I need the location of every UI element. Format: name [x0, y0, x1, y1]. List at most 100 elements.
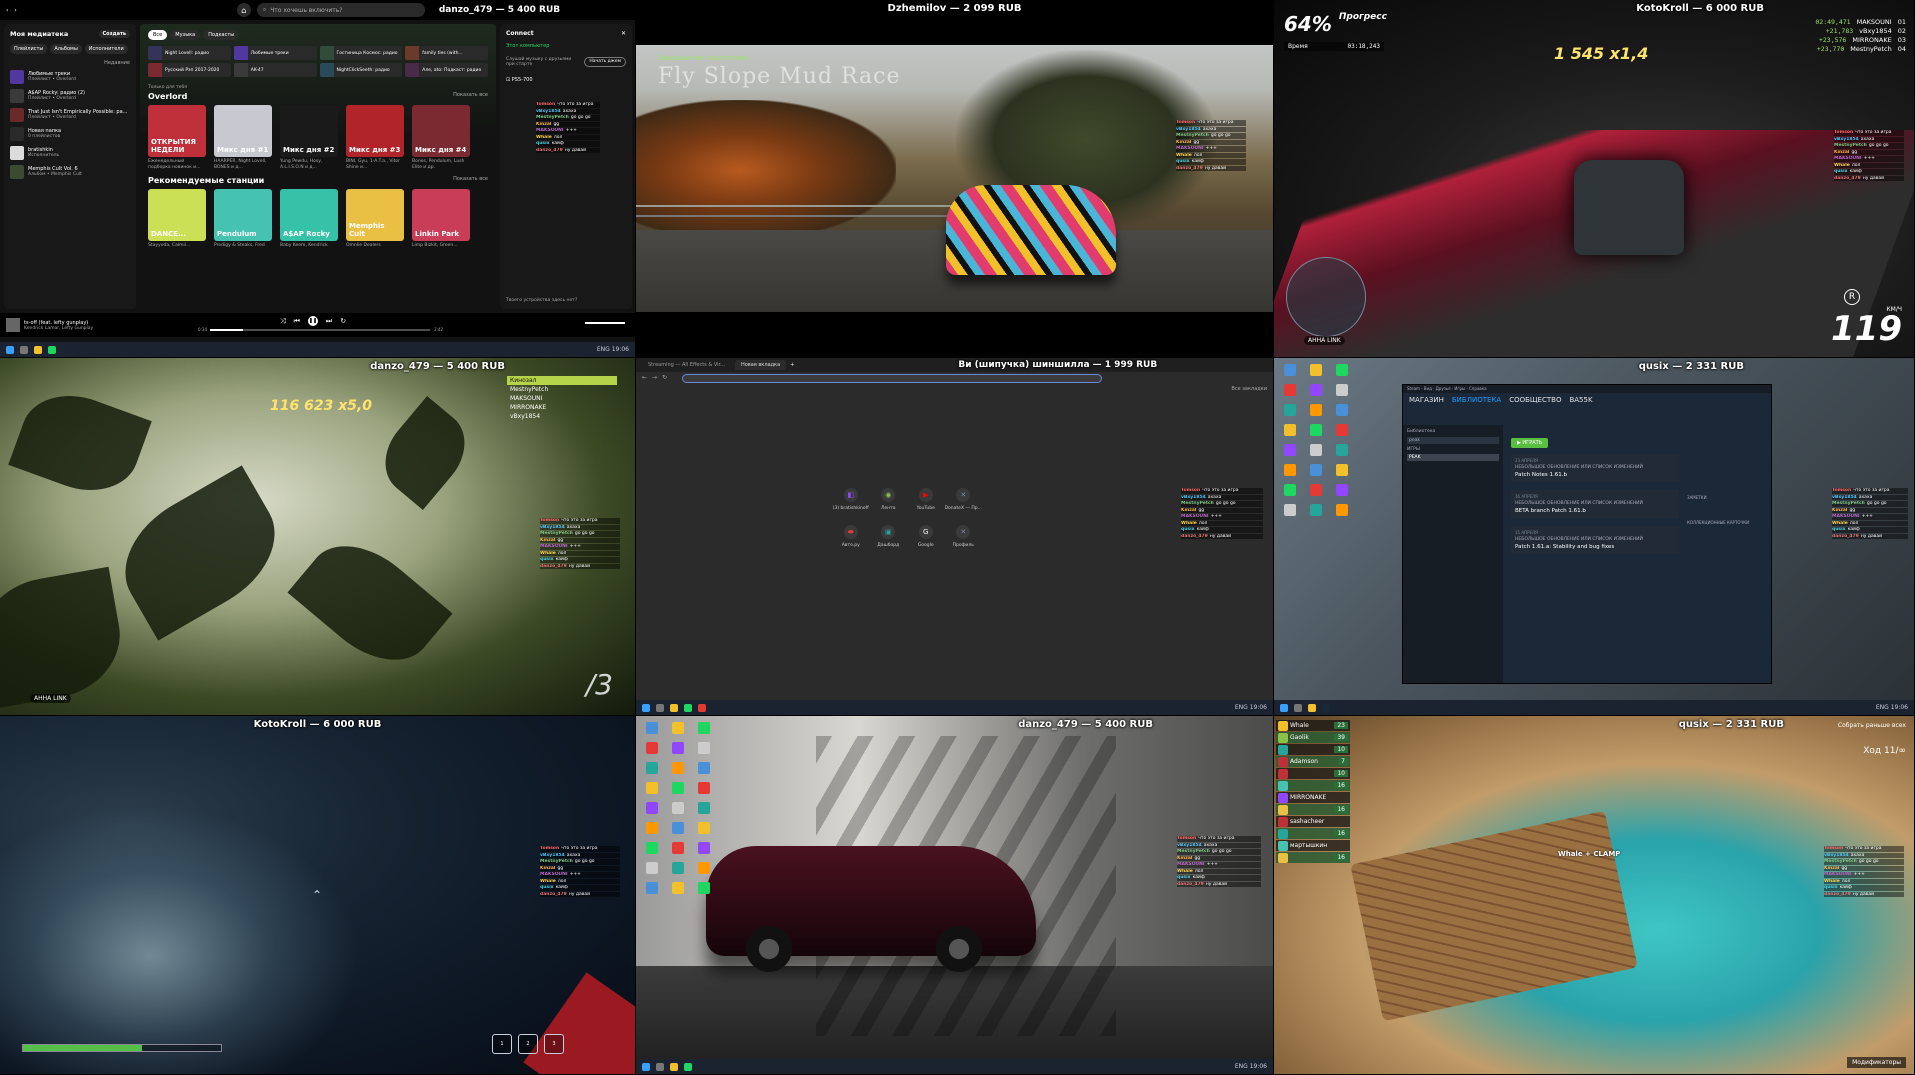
- track-title[interactable]: ts-off (feat. lefty gunplay): [24, 320, 93, 326]
- quick-pick[interactable]: NightClickSeeth: радио: [319, 63, 403, 77]
- desktop-shortcut[interactable]: [1306, 504, 1326, 516]
- desktop-shortcut[interactable]: [642, 742, 662, 754]
- desktop-shortcut[interactable]: [694, 862, 714, 874]
- news-item[interactable]: 23 АПРЕЛЯ НЕБОЛЬШОЕ ОБНОВЛЕНИЕ ИЛИ СПИСОК…: [1511, 454, 1679, 482]
- show-all-link[interactable]: Показать все: [453, 92, 488, 101]
- feed-filter-chip[interactable]: Музыка: [170, 30, 201, 40]
- desktop-shortcut[interactable]: [694, 782, 714, 794]
- start-jam-button[interactable]: Начать джем: [584, 57, 626, 67]
- inventory-slot[interactable]: 3: [544, 1034, 564, 1054]
- browser-tab[interactable]: Streaming — All Effects & Vir...: [642, 360, 731, 370]
- connect-other-device[interactable]: ⊡ PS5-700: [506, 77, 626, 83]
- library-item[interactable]: bratishkin Исполнитель: [10, 146, 130, 160]
- desktop-shortcut[interactable]: [1280, 444, 1300, 456]
- shortcut-tile[interactable]: ◉ Лента: [870, 488, 908, 511]
- forward-icon[interactable]: →: [652, 374, 657, 381]
- playlist-card[interactable]: Memphis Cult Omnlie Dealers: [346, 189, 404, 249]
- language-indicator[interactable]: ENG: [1235, 1063, 1248, 1070]
- desktop-shortcut[interactable]: [1280, 364, 1300, 376]
- desktop-shortcut[interactable]: [1280, 404, 1300, 416]
- library-filter-chip[interactable]: Плейлисты: [10, 44, 48, 54]
- play-button[interactable]: ▶ ИГРАТЬ: [1511, 438, 1549, 448]
- library-item[interactable]: That Just Isn't Empirically Possible: ра…: [10, 108, 130, 122]
- desktop-shortcut[interactable]: [668, 882, 688, 894]
- steam-nav-item[interactable]: МАГАЗИН: [1409, 396, 1444, 404]
- desktop-shortcut[interactable]: [694, 882, 714, 894]
- desktop-shortcut[interactable]: [1280, 504, 1300, 516]
- desktop-shortcut[interactable]: [694, 802, 714, 814]
- library-search[interactable]: peak: [1407, 437, 1499, 444]
- quick-pick[interactable]: Русский Рэп 2017-2020: [148, 63, 231, 77]
- desktop-shortcut[interactable]: [642, 722, 662, 734]
- start-icon[interactable]: [642, 703, 650, 712]
- close-icon[interactable]: ✕: [621, 30, 626, 37]
- desktop-shortcut[interactable]: [642, 842, 662, 854]
- shortcut-tile[interactable]: ◧ (3) bratishkinoff: [832, 488, 870, 511]
- modifiers-button[interactable]: Модификаторы: [1847, 1057, 1906, 1068]
- back-icon[interactable]: ‹: [6, 7, 8, 14]
- feed-filter-chip[interactable]: Подкасты: [203, 30, 240, 40]
- search-icon[interactable]: [656, 1062, 664, 1071]
- repeat-icon[interactable]: ↻: [340, 317, 346, 325]
- desktop-shortcut[interactable]: [642, 802, 662, 814]
- steam-icon[interactable]: [1322, 703, 1330, 712]
- desktop-shortcut[interactable]: [1306, 424, 1326, 436]
- folder-icon[interactable]: [670, 1062, 678, 1071]
- library-item[interactable]: Новая папка 0 плейлистов: [10, 127, 130, 141]
- library-game-selected[interactable]: PEAK: [1407, 454, 1499, 461]
- spotify-search-input[interactable]: ⌕ Что хочешь включить?: [256, 3, 425, 17]
- desktop-shortcut[interactable]: [1280, 424, 1300, 436]
- shortcut-tile[interactable]: ▶ YouTube: [907, 488, 945, 511]
- steam-nav-item[interactable]: СООБЩЕСТВО: [1509, 396, 1561, 404]
- desktop-shortcut[interactable]: [642, 862, 662, 874]
- desktop-shortcut[interactable]: [1280, 464, 1300, 476]
- playlist-card[interactable]: ОТКРЫТИЯ НЕДЕЛИ Еженедельный подборка нов…: [148, 105, 206, 170]
- volume-slider[interactable]: [585, 322, 625, 324]
- bookmarks-folder[interactable]: Все закладки: [1231, 386, 1267, 392]
- shortcut-tile[interactable]: ▣ Дашборд: [870, 525, 908, 548]
- back-icon[interactable]: ←: [642, 374, 647, 381]
- desktop-shortcut[interactable]: [668, 822, 688, 834]
- quick-pick[interactable]: Але, ato: Подкаст: радио: [405, 63, 488, 77]
- desktop-shortcut[interactable]: [642, 782, 662, 794]
- quick-pick[interactable]: family ties (with...: [405, 46, 488, 60]
- start-icon[interactable]: [6, 345, 14, 354]
- desktop-shortcut[interactable]: [694, 742, 714, 754]
- home-button[interactable]: ⌂: [236, 3, 251, 17]
- shortcut-tile[interactable]: ✕ Профиль: [945, 525, 983, 548]
- news-item[interactable]: 16 АПРЕЛЯ НЕБОЛЬШОЕ ОБНОВЛЕНИЕ ИЛИ СПИСОК…: [1511, 490, 1679, 518]
- desktop-shortcut[interactable]: [668, 762, 688, 774]
- desktop-shortcut[interactable]: [1306, 404, 1326, 416]
- tile-steam[interactable]: qusix — 2 331 RUB Steam · Вид · Друзья ·…: [1274, 358, 1915, 716]
- track-artist[interactable]: Kendrick Lamar, Lefty Gunplay: [24, 326, 93, 331]
- desktop-shortcut[interactable]: [1280, 384, 1300, 396]
- desktop-shortcut[interactable]: [642, 882, 662, 894]
- desktop-shortcut[interactable]: [1332, 464, 1352, 476]
- folder-icon[interactable]: [34, 345, 42, 354]
- desktop-shortcut[interactable]: [1306, 384, 1326, 396]
- playlist-card[interactable]: A$AP Rocky Baby Keem, Kendrick: [280, 189, 338, 249]
- shortcut-tile[interactable]: ✕ DonateX — Пр...: [945, 488, 983, 511]
- browser-icon[interactable]: [698, 703, 706, 712]
- browser-tab-active[interactable]: Новая вкладка: [734, 360, 787, 370]
- desktop-shortcut[interactable]: [1306, 364, 1326, 376]
- play-pause-button[interactable]: ❚❚: [307, 316, 318, 326]
- quick-pick[interactable]: Гостиница Космос: радио: [319, 46, 403, 60]
- progress-bar[interactable]: [210, 329, 430, 331]
- show-all-link[interactable]: Показать все: [453, 176, 488, 185]
- reload-icon[interactable]: ↻: [662, 374, 667, 381]
- language-indicator[interactable]: ENG: [1235, 704, 1248, 711]
- start-icon[interactable]: [1280, 703, 1288, 712]
- library-item[interactable]: Любимые треки Плейлист • Overlord: [10, 70, 130, 84]
- playlist-card[interactable]: Микс дня #2 Yung Pewdu, Hosy, A.L.I.S.O.N…: [280, 105, 338, 170]
- feed-filter-chip[interactable]: Все: [148, 30, 168, 40]
- prev-icon[interactable]: ⏮: [294, 317, 300, 326]
- playlist-card[interactable]: Микс дня #1 HAARPER, Night Lovell, BONES …: [214, 105, 272, 170]
- desktop-shortcut[interactable]: [1306, 444, 1326, 456]
- desktop-shortcut[interactable]: [668, 782, 688, 794]
- playlist-card[interactable]: Микс дня #3 BINI, Gyu, 1-A.T.a., Vitor Sh…: [346, 105, 404, 170]
- playlist-card[interactable]: Микс дня #4 Bones, Pendulum, Lush Elite и…: [412, 105, 470, 170]
- desktop-shortcut[interactable]: [1332, 364, 1352, 376]
- quick-pick[interactable]: AK-47: [233, 63, 317, 77]
- next-icon[interactable]: ⏭: [326, 317, 332, 326]
